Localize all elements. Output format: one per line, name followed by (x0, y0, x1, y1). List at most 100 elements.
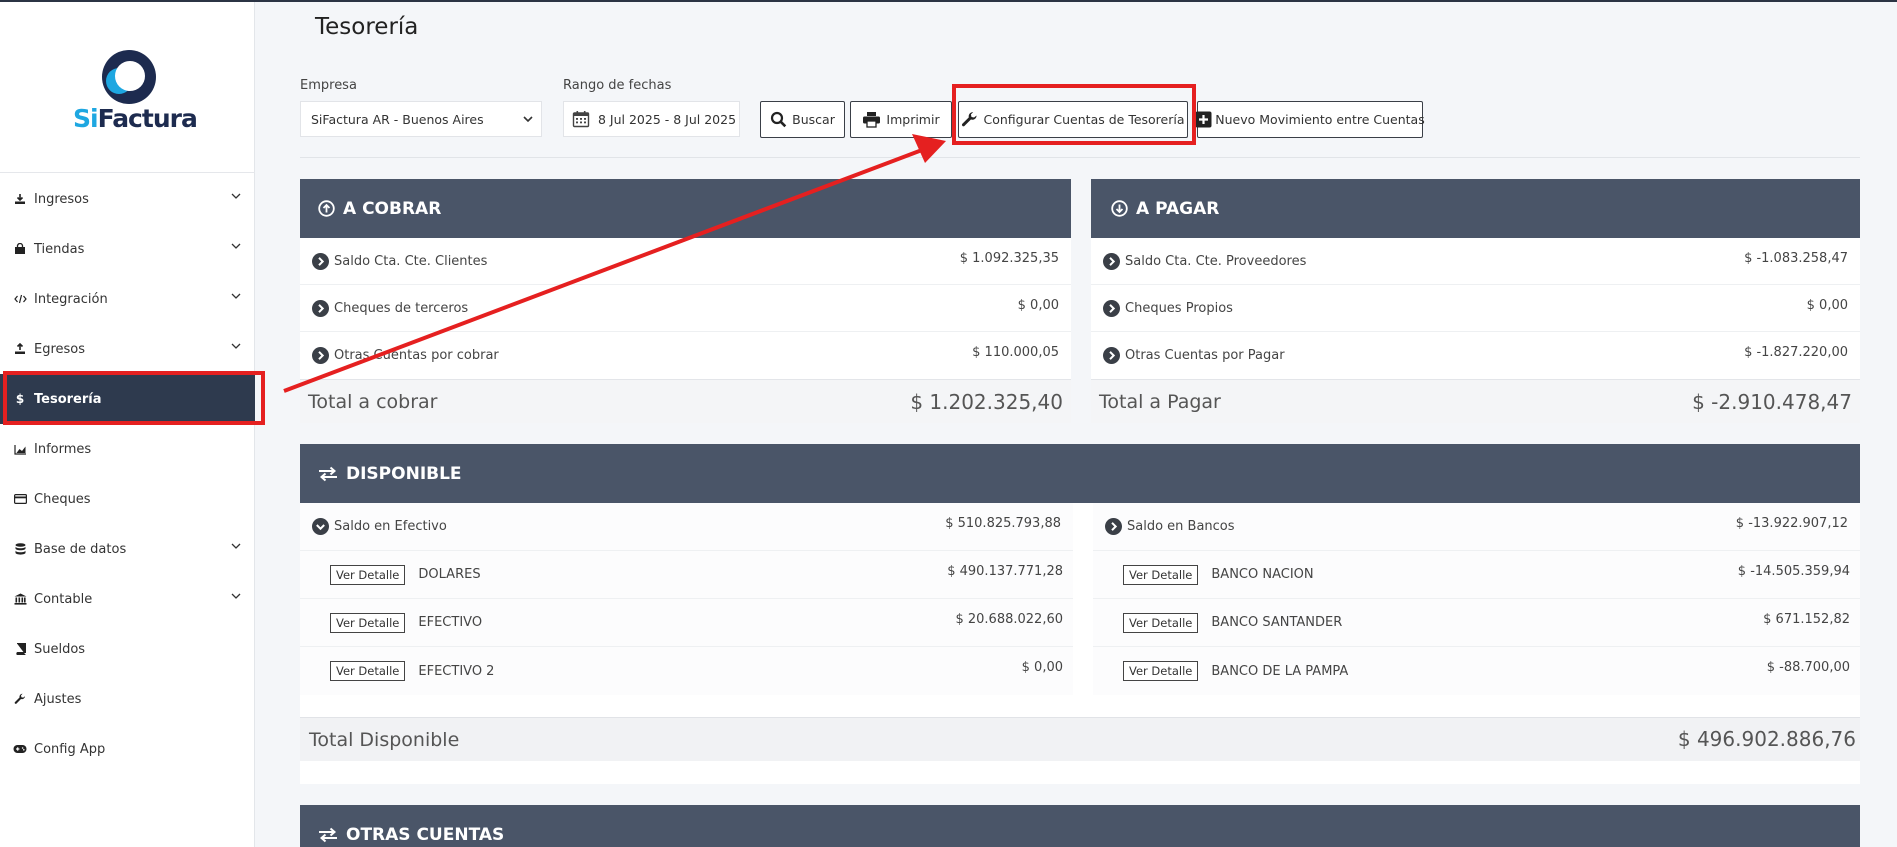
sidebar-item-contable[interactable]: Contable (0, 574, 255, 624)
chevron-circle-right-icon[interactable] (1103, 299, 1120, 317)
sidebar-item-label: Informes (34, 441, 92, 457)
chevron-down-icon[interactable] (231, 291, 241, 301)
sidebar-item-base-de-datos[interactable]: Base de datos (0, 524, 255, 574)
list-item[interactable]: Otras Cuentas por Pagar $ -1.827.220,00 (1091, 332, 1860, 379)
list-item[interactable]: Saldo Cta. Cte. Proveedores $ -1.083.258… (1091, 238, 1860, 285)
sidebar-item-egresos[interactable]: Egresos (0, 324, 255, 374)
sidebar-divider (0, 172, 255, 173)
database-icon (12, 542, 28, 556)
sidebar-item-label: Egresos (34, 341, 86, 357)
chevron-circle-right-icon[interactable] (312, 299, 329, 317)
row-label: Otras Cuentas por cobrar (334, 348, 499, 363)
ver-detalle-button[interactable]: Ver Detalle (1123, 661, 1199, 681)
chart-area-icon (12, 442, 28, 456)
account-name: BANCO DE LA PAMPA (1211, 663, 1349, 679)
nuevo-movimiento-button-label: Nuevo Movimiento entre Cuentas (1215, 112, 1425, 127)
account-amount: $ -14.505.359,94 (1737, 564, 1850, 579)
row-label: Saldo en Bancos (1127, 519, 1235, 534)
a-cobrar-card: A COBRAR Saldo Cta. Cte. Clientes $ 1.09… (300, 179, 1071, 423)
list-item[interactable]: Cheques Propios $ 0,00 (1091, 285, 1860, 332)
sidebar-item-tiendas[interactable]: Tiendas (0, 224, 255, 274)
logo-mark-icon (102, 50, 156, 104)
ver-detalle-button[interactable]: Ver Detalle (330, 564, 406, 585)
shopping-bag-icon (12, 242, 28, 256)
exchange-icon (319, 466, 337, 481)
account-amount: $ 0,00 (1021, 660, 1063, 675)
upload-icon (12, 342, 28, 356)
list-item[interactable]: Cheques de terceros $ 0,00 (300, 285, 1071, 332)
total-disponible-row: Total Disponible $ 496.902.886,76 (300, 717, 1860, 761)
sidebar-item-label: Sueldos (34, 641, 86, 657)
chevron-circle-right-icon[interactable] (1105, 518, 1122, 535)
sidebar-item-sueldos[interactable]: Sueldos (0, 624, 255, 674)
total-label: Total a Pagar (1099, 390, 1221, 413)
a-cobrar-title: A COBRAR (343, 198, 442, 219)
bank-icon (12, 592, 28, 606)
sidebar-item-config-app[interactable]: Config App (0, 724, 255, 774)
list-item[interactable]: Saldo en Efectivo $ 510.825.793,88 (300, 503, 1073, 551)
a-pagar-card: A PAGAR Saldo Cta. Cte. Proveedores $ -1… (1091, 179, 1860, 423)
ver-detalle-button[interactable]: Ver Detalle (330, 612, 406, 633)
nuevo-movimiento-button[interactable]: Nuevo Movimiento entre Cuentas (1195, 101, 1425, 138)
total-row: Total a Pagar $ -2.910.478,47 (1091, 379, 1860, 423)
account-amount: $ 671.152,82 (1763, 612, 1850, 627)
table-row: Ver Detalle EFECTIVO $ 20.688.022,60 (300, 599, 1073, 647)
sidebar-nav: Ingresos Tiendas Integración Egresos $ T… (0, 174, 255, 774)
credit-card-icon (12, 492, 28, 506)
book-icon (12, 642, 28, 656)
sidebar-item-ajustes[interactable]: Ajustes (0, 674, 255, 724)
chevron-circle-right-icon[interactable] (312, 252, 329, 270)
chevron-down-icon[interactable] (231, 241, 241, 251)
row-label: Otras Cuentas por Pagar (1125, 348, 1285, 363)
disponible-title: DISPONIBLE (346, 463, 462, 484)
sidebar-item-informes[interactable]: Informes (0, 424, 255, 474)
chevron-circle-down-icon[interactable] (312, 518, 329, 535)
page-title: Tesorería (315, 14, 419, 40)
sidebar-item-cheques[interactable]: Cheques (0, 474, 255, 524)
sidebar-item-ingresos[interactable]: Ingresos (0, 174, 255, 224)
top-border (0, 0, 1897, 2)
sidebar-item-label: Base de datos (34, 541, 127, 557)
sifactura-logo[interactable]: SiFactura (70, 46, 198, 136)
empresa-select[interactable]: SiFactura AR - Buenos Aires (300, 101, 542, 137)
chevron-down-icon[interactable] (231, 191, 241, 201)
chevron-circle-right-icon[interactable] (1103, 347, 1120, 364)
account-name: EFECTIVO (418, 615, 483, 630)
a-pagar-header: A PAGAR (1091, 179, 1860, 238)
download-icon (12, 192, 28, 206)
otras-cuentas-title: OTRAS CUENTAS (346, 824, 505, 845)
row-amount: $ 1.092.325,35 (959, 251, 1059, 266)
ver-detalle-button[interactable]: Ver Detalle (330, 661, 406, 681)
list-item[interactable]: Otras Cuentas por cobrar $ 110.000,05 (300, 332, 1071, 379)
gamepad-icon (12, 742, 28, 756)
chevron-down-icon (523, 116, 533, 123)
ver-detalle-button[interactable]: Ver Detalle (1123, 564, 1199, 585)
empresa-label: Empresa (300, 78, 357, 93)
row-amount: $ 0,00 (1806, 298, 1848, 313)
sidebar-item-integracion[interactable]: Integración (0, 274, 255, 324)
chevron-down-icon[interactable] (231, 341, 241, 351)
row-label: Cheques Propios (1125, 300, 1233, 316)
chevron-down-icon[interactable] (231, 541, 241, 551)
table-row: Ver Detalle BANCO DE LA PAMPA $ -88.700,… (1093, 647, 1860, 695)
chevron-circle-right-icon[interactable] (312, 347, 329, 364)
search-icon (771, 111, 787, 128)
account-name: DOLARES (418, 567, 481, 582)
date-range-input[interactable]: 8 Jul 2025 - 8 Jul 2025 (563, 101, 740, 137)
chevron-circle-right-icon[interactable] (1103, 252, 1120, 270)
list-item[interactable]: Saldo en Bancos $ -13.922.907,12 (1093, 503, 1860, 551)
a-cobrar-header: A COBRAR (300, 179, 1071, 238)
account-name: EFECTIVO 2 (418, 663, 495, 679)
imprimir-button[interactable]: Imprimir (850, 101, 952, 138)
ver-detalle-button[interactable]: Ver Detalle (1123, 612, 1199, 633)
list-item[interactable]: Saldo Cta. Cte. Clientes $ 1.092.325,35 (300, 238, 1071, 285)
row-amount: $ 0,00 (1017, 298, 1059, 313)
chevron-down-icon[interactable] (231, 591, 241, 601)
buscar-button[interactable]: Buscar (760, 101, 845, 138)
total-label: Total a cobrar (308, 390, 438, 413)
row-label: Saldo en Efectivo (334, 519, 447, 534)
otras-cuentas-header: OTRAS CUENTAS (300, 805, 1860, 847)
total-amount: $ 496.902.886,76 (1677, 727, 1856, 751)
account-name: BANCO NACION (1211, 567, 1314, 582)
highlight-box-sidebar (3, 371, 265, 425)
